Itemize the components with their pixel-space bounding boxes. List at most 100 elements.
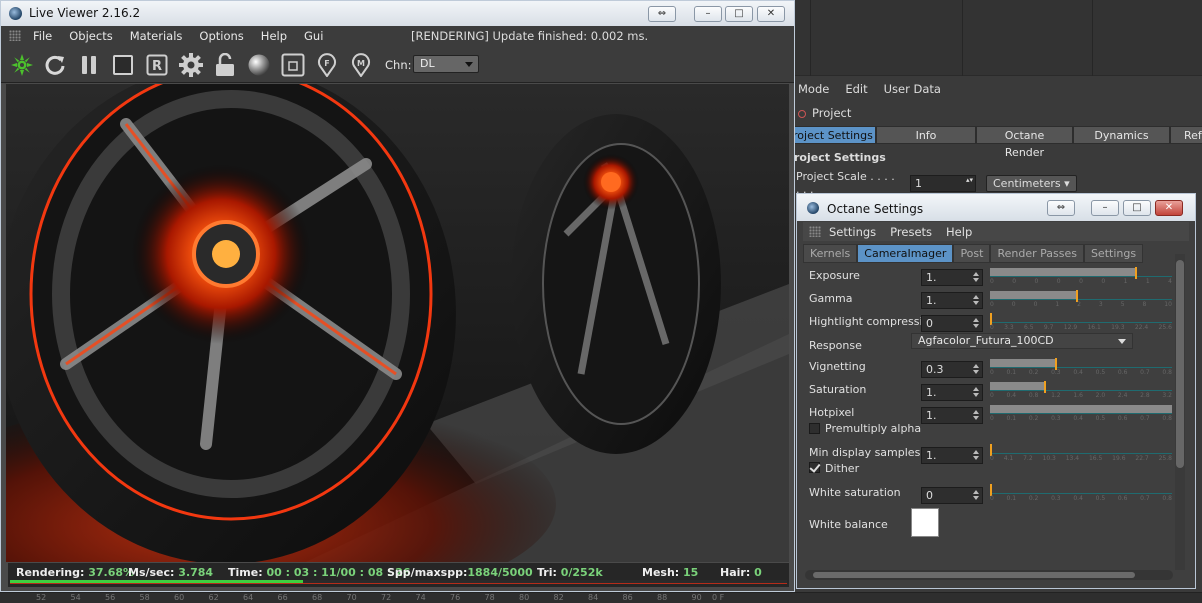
tab-octane-render[interactable]: Octane Render xyxy=(976,126,1073,159)
lock-icon[interactable] xyxy=(212,52,238,78)
slider-tick-label: 0 xyxy=(1033,301,1038,308)
refresh-icon[interactable] xyxy=(42,52,68,78)
slider-tick-label: 0 xyxy=(990,392,994,399)
white-saturation-slider[interactable]: 0 0.1 0.2 0.3 0.4 0.5 0.6 0.7 0.8 xyxy=(990,484,1172,502)
exposure-slider[interactable]: 0 0 0 0 0 0 1 1 4 xyxy=(990,267,1172,285)
tab-post[interactable]: Post xyxy=(953,244,991,263)
tab-project-settings[interactable]: roject Settings xyxy=(790,126,876,144)
menu-gui[interactable]: Gui xyxy=(304,29,323,43)
slider-track xyxy=(990,359,1056,367)
spinner-icon[interactable] xyxy=(973,318,979,328)
slider-tick-label: 0 xyxy=(990,455,994,462)
dock-button[interactable]: ⇔ xyxy=(1047,200,1075,216)
dock-button[interactable]: ⇔ xyxy=(648,6,676,22)
spinner-icon[interactable] xyxy=(973,387,979,397)
grip-icon[interactable] xyxy=(809,226,821,237)
spinner-icon[interactable] xyxy=(973,450,979,460)
highlight-compression-slider[interactable]: 0 3.3 6.5 9.7 12.9 16.1 19.3 22.4 25.6 xyxy=(990,313,1172,331)
r-icon[interactable]: R xyxy=(144,52,170,78)
sphere-icon[interactable] xyxy=(246,52,272,78)
scrollbar-thumb[interactable] xyxy=(813,572,1135,578)
render-viewport[interactable] xyxy=(6,84,789,562)
focus-pick-icon[interactable]: F xyxy=(314,52,340,78)
region-icon[interactable] xyxy=(280,52,306,78)
maximize-button[interactable]: □ xyxy=(725,6,753,22)
horizontal-scrollbar[interactable] xyxy=(805,570,1173,580)
vertical-scrollbar[interactable] xyxy=(1175,254,1185,570)
slider-tick-label: 9.7 xyxy=(1043,324,1054,331)
project-scale-input[interactable]: 1 xyxy=(910,174,976,192)
dither-checkbox[interactable] xyxy=(809,462,820,473)
live-viewer-window: Live Viewer 2.16.2 ⇔ – □ ✕ File Objects … xyxy=(0,0,795,592)
white-balance-color-swatch[interactable] xyxy=(911,508,939,537)
tab-reference[interactable]: Ref xyxy=(1170,126,1202,144)
tab-settings[interactable]: Settings xyxy=(1083,244,1144,263)
response-dropdown[interactable]: Agfacolor_Futura_100CD xyxy=(911,333,1133,349)
slider-tick-label: 0 xyxy=(1012,278,1017,285)
octane-settings-titlebar[interactable]: Octane Settings ⇔ – □ ✕ xyxy=(797,194,1195,221)
menu-help[interactable]: Help xyxy=(261,29,287,43)
grip-icon[interactable] xyxy=(9,30,21,41)
close-button[interactable]: ✕ xyxy=(757,6,785,22)
premultiply-alpha-checkbox[interactable] xyxy=(809,423,820,434)
menu-objects[interactable]: Objects xyxy=(69,29,112,43)
menu-mode[interactable]: Mode xyxy=(798,82,829,96)
progress-underline xyxy=(10,583,787,584)
min-display-samples-label: Min display samples xyxy=(809,446,921,459)
pause-icon[interactable] xyxy=(76,52,102,78)
maximize-button[interactable]: □ xyxy=(1123,200,1151,216)
menu-edit[interactable]: Edit xyxy=(845,82,867,96)
slider-tick-label: 3.3 xyxy=(1004,324,1014,331)
slider-tick-label: 19.3 xyxy=(1111,324,1125,331)
slider-axis xyxy=(990,322,1172,323)
spinner-icon[interactable] xyxy=(973,364,979,374)
hotpixel-input[interactable]: 1. xyxy=(921,407,983,424)
tab-dynamics[interactable]: Dynamics xyxy=(1073,126,1170,144)
close-button[interactable]: ✕ xyxy=(1155,200,1183,216)
min-display-samples-input[interactable]: 1. xyxy=(921,447,983,464)
tri-label: Tri: xyxy=(537,566,557,579)
tab-camera-imager[interactable]: CameraImager xyxy=(857,244,954,263)
gamma-slider[interactable]: 0 0 0 1 2 3 5 8 10 xyxy=(990,290,1172,308)
response-label: Response xyxy=(809,339,862,352)
spinner-icon[interactable] xyxy=(973,490,979,500)
project-scale-unit-dropdown[interactable]: Centimeters ▾ xyxy=(986,174,1077,192)
white-saturation-input[interactable]: 0 xyxy=(921,487,983,504)
stop-icon[interactable] xyxy=(110,52,136,78)
exposure-input[interactable]: 1. xyxy=(921,269,983,286)
live-viewer-titlebar[interactable]: Live Viewer 2.16.2 ⇔ – □ ✕ xyxy=(1,1,794,26)
menu-presets[interactable]: Presets xyxy=(890,225,932,239)
menu-settings[interactable]: Settings xyxy=(829,225,876,239)
spinner-icon[interactable] xyxy=(973,272,979,282)
min-display-samples-slider[interactable]: 0 4.1 7.2 10.3 13.4 16.5 19.6 22.7 25.8 xyxy=(990,444,1172,462)
highlight-compression-input[interactable]: 0 xyxy=(921,315,983,332)
tab-render-passes[interactable]: Render Passes xyxy=(990,244,1084,263)
menu-user-data[interactable]: User Data xyxy=(884,82,941,96)
hotpixel-slider[interactable]: 0 0.1 0.2 0.3 0.4 0.5 0.6 0.7 0.8 xyxy=(990,405,1172,422)
tab-info[interactable]: Info xyxy=(876,126,976,144)
octane-settings-window: Octane Settings ⇔ – □ ✕ Settings Presets… xyxy=(796,193,1196,589)
ms-stat: Ms/sec: 3.784 xyxy=(128,566,213,579)
saturation-label: Saturation xyxy=(809,383,867,396)
material-pick-icon[interactable]: M xyxy=(348,52,374,78)
channel-select[interactable]: DL xyxy=(413,55,479,73)
spinner-icon[interactable] xyxy=(973,295,979,305)
vignetting-slider[interactable]: 0 0.1 0.2 0.3 0.4 0.5 0.6 0.7 0.8 xyxy=(990,358,1172,376)
scrollbar-thumb[interactable] xyxy=(1176,260,1184,468)
gamma-input[interactable]: 1. xyxy=(921,292,983,309)
tab-kernels[interactable]: Kernels xyxy=(803,244,858,263)
menu-help[interactable]: Help xyxy=(946,225,972,239)
saturation-slider[interactable]: 0 0.4 0.8 1.2 1.6 2.0 2.4 2.8 3.2 xyxy=(990,381,1172,399)
white-saturation-value: 0 xyxy=(926,489,933,502)
saturation-input[interactable]: 1. xyxy=(921,384,983,401)
menu-materials[interactable]: Materials xyxy=(130,29,183,43)
minimize-button[interactable]: – xyxy=(1091,200,1119,216)
slider-tick-label: 0.5 xyxy=(1095,495,1106,502)
menu-options[interactable]: Options xyxy=(199,29,243,43)
gear-icon[interactable] xyxy=(178,52,204,78)
menu-file[interactable]: File xyxy=(33,29,52,43)
spinner-icon[interactable] xyxy=(973,410,979,420)
minimize-button[interactable]: – xyxy=(694,6,722,22)
vignetting-input[interactable]: 0.3 xyxy=(921,361,983,378)
octane-logo-icon[interactable] xyxy=(9,52,35,78)
